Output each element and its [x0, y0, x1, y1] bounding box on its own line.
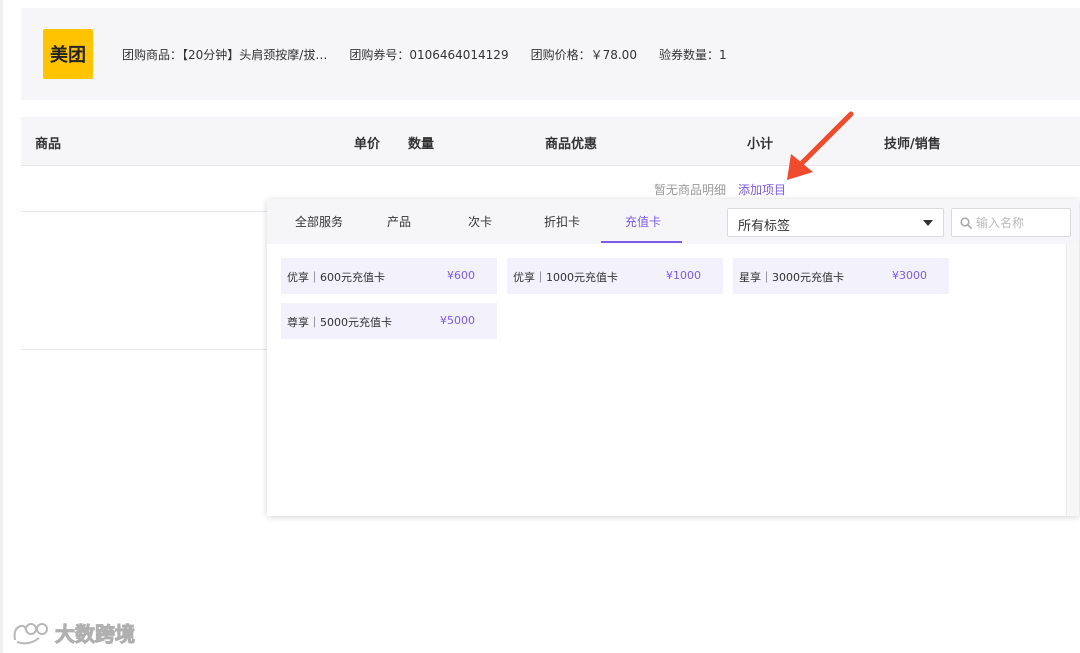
- tab-products[interactable]: 产品: [387, 213, 411, 230]
- card-name: 星享｜3000元充值卡: [739, 271, 844, 284]
- search-input[interactable]: [976, 213, 1066, 233]
- meituan-logo-text: 美团: [50, 45, 86, 66]
- card-price: ¥1000: [666, 269, 701, 282]
- header-subtotal: 小计: [747, 137, 774, 152]
- tab-count-cards[interactable]: 次卡: [468, 213, 492, 230]
- tab-discount-cards[interactable]: 折扣卡: [544, 213, 580, 230]
- table-divider: [21, 349, 271, 350]
- table-divider: [21, 211, 271, 212]
- card-name: 优享｜600元充值卡: [287, 271, 385, 284]
- tag-filter-value: 所有标签: [738, 219, 791, 234]
- item-picker-panel: 全部服务 产品 次卡 折扣卡 充值卡 所有标签 优享｜600元充值卡 ¥600: [267, 199, 1079, 516]
- header-quantity: 数量: [408, 137, 435, 152]
- recharge-card-item[interactable]: 尊享｜5000元充值卡 ¥5000: [281, 303, 497, 339]
- header-product: 商品: [35, 137, 62, 152]
- header-discount: 商品优惠: [545, 137, 598, 152]
- voucher-product: 团购商品：【20分钟】头肩颈按摩/拔…: [122, 47, 328, 62]
- voucher-quantity: 验券数量：1: [658, 47, 727, 62]
- caret-down-icon: [923, 220, 933, 226]
- recharge-card-item[interactable]: 优享｜1000元充值卡 ¥1000: [507, 258, 723, 294]
- watermark-logo-icon: [13, 622, 48, 644]
- watermark: 大数跨境: [11, 618, 136, 647]
- table-header: 商品 单价 数量 商品优惠 小计 技师/销售: [21, 117, 1080, 165]
- search-icon: [960, 217, 972, 229]
- voucher-details: 团购商品：【20分钟】头肩颈按摩/拔… 团购券号：0106464014129 团…: [122, 46, 749, 63]
- recharge-card-item[interactable]: 星享｜3000元充值卡 ¥3000: [733, 258, 949, 294]
- panel-scrollbar[interactable]: [1066, 244, 1079, 516]
- card-price: ¥600: [447, 269, 475, 282]
- recharge-card-item[interactable]: 优享｜600元充值卡 ¥600: [281, 258, 497, 294]
- watermark-text: 大数跨境: [55, 622, 136, 647]
- card-price: ¥5000: [440, 314, 475, 327]
- card-name: 尊享｜5000元充值卡: [287, 316, 392, 329]
- voucher-info-bar: 美团 团购商品：【20分钟】头肩颈按摩/拔… 团购券号：010646401412…: [21, 8, 1080, 100]
- header-staff: 技师/销售: [884, 137, 941, 152]
- tab-recharge-cards[interactable]: 充值卡: [625, 213, 661, 230]
- page: 美团 团购商品：【20分钟】头肩颈按摩/拔… 团购券号：010646401412…: [0, 0, 1080, 653]
- card-name: 优享｜1000元充值卡: [513, 271, 618, 284]
- tag-filter-select[interactable]: 所有标签: [727, 208, 944, 237]
- table-divider: [21, 165, 1080, 166]
- header-unit-price: 单价: [354, 137, 381, 152]
- tab-all-services[interactable]: 全部服务: [295, 213, 343, 230]
- active-tab-underline: [601, 241, 682, 243]
- voucher-code: 团购券号：0106464014129: [349, 47, 509, 62]
- voucher-price: 团购价格：￥78.00: [530, 47, 637, 62]
- annotation-arrow-icon: [787, 111, 854, 180]
- picker-toolbar: 全部服务 产品 次卡 折扣卡 充值卡 所有标签: [267, 199, 1079, 244]
- meituan-logo: 美团: [43, 29, 93, 79]
- card-price: ¥3000: [892, 269, 927, 282]
- search-box[interactable]: [951, 208, 1071, 237]
- empty-items-text: 暂无商品明细: [654, 183, 727, 197]
